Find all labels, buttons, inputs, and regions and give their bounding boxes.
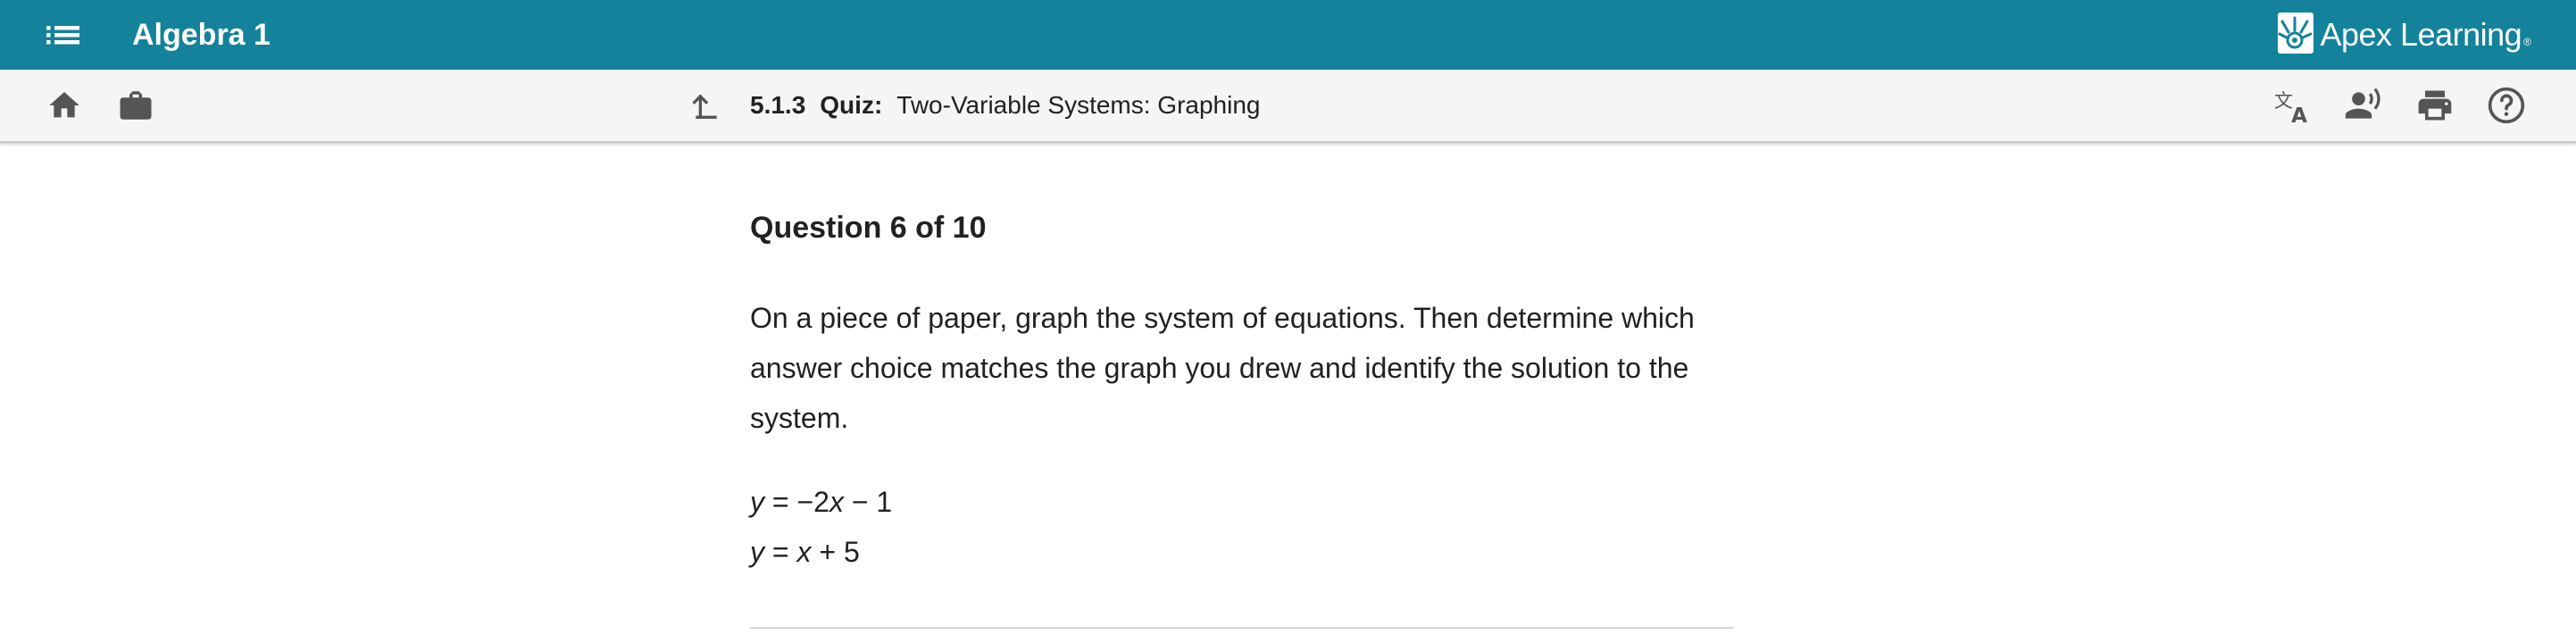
svg-text:A: A — [2291, 104, 2307, 126]
home-icon[interactable] — [44, 85, 85, 126]
translate-icon[interactable]: 文 A — [2272, 85, 2313, 126]
briefcase-icon[interactable] — [115, 85, 156, 126]
equation-2: y = x + 5 — [750, 536, 860, 569]
question-heading: Question 6 of 10 — [750, 211, 987, 245]
equation-1: y = −2x − 1 — [750, 486, 892, 519]
up-level-icon[interactable] — [686, 85, 727, 126]
app-title: Algebra 1 — [132, 18, 271, 52]
apex-logo-icon — [2277, 11, 2314, 60]
equation-2-var: x — [796, 536, 812, 568]
equation-1-eq: = −2 — [764, 486, 829, 518]
menu-icon[interactable] — [41, 16, 86, 54]
course-toolbar: 5.1.3 Quiz: Two-Variable Systems: Graphing… — [0, 70, 2576, 143]
lesson-number: 5.1.3 — [750, 91, 806, 119]
help-icon[interactable] — [2486, 85, 2527, 126]
text-to-speech-icon[interactable] — [2343, 85, 2384, 126]
activity-kind: Quiz: — [820, 91, 883, 119]
content-divider — [750, 627, 1734, 629]
question-prompt: On a piece of paper, graph the system of… — [750, 302, 1695, 434]
equation-2-lhs: y — [750, 536, 764, 568]
brand-name: Apex Learning — [2320, 16, 2522, 53]
equation-1-rest: − 1 — [843, 486, 893, 518]
brand-mark: ® — [2523, 36, 2531, 48]
equation-1-var: x — [829, 486, 844, 518]
equation-1-lhs: y — [750, 486, 764, 518]
equation-2-rest: + 5 — [811, 536, 860, 568]
app-header: Algebra 1 Apex Learning ® — [0, 0, 2576, 70]
breadcrumb: 5.1.3 Quiz: Two-Variable Systems: Graphing — [750, 70, 1260, 141]
svg-text:文: 文 — [2274, 89, 2293, 112]
activity-title: Two-Variable Systems: Graphing — [896, 91, 1261, 119]
print-icon[interactable] — [2414, 85, 2455, 126]
equation-2-eq: = — [764, 536, 797, 568]
brand-logo: Apex Learning ® — [2277, 0, 2531, 70]
